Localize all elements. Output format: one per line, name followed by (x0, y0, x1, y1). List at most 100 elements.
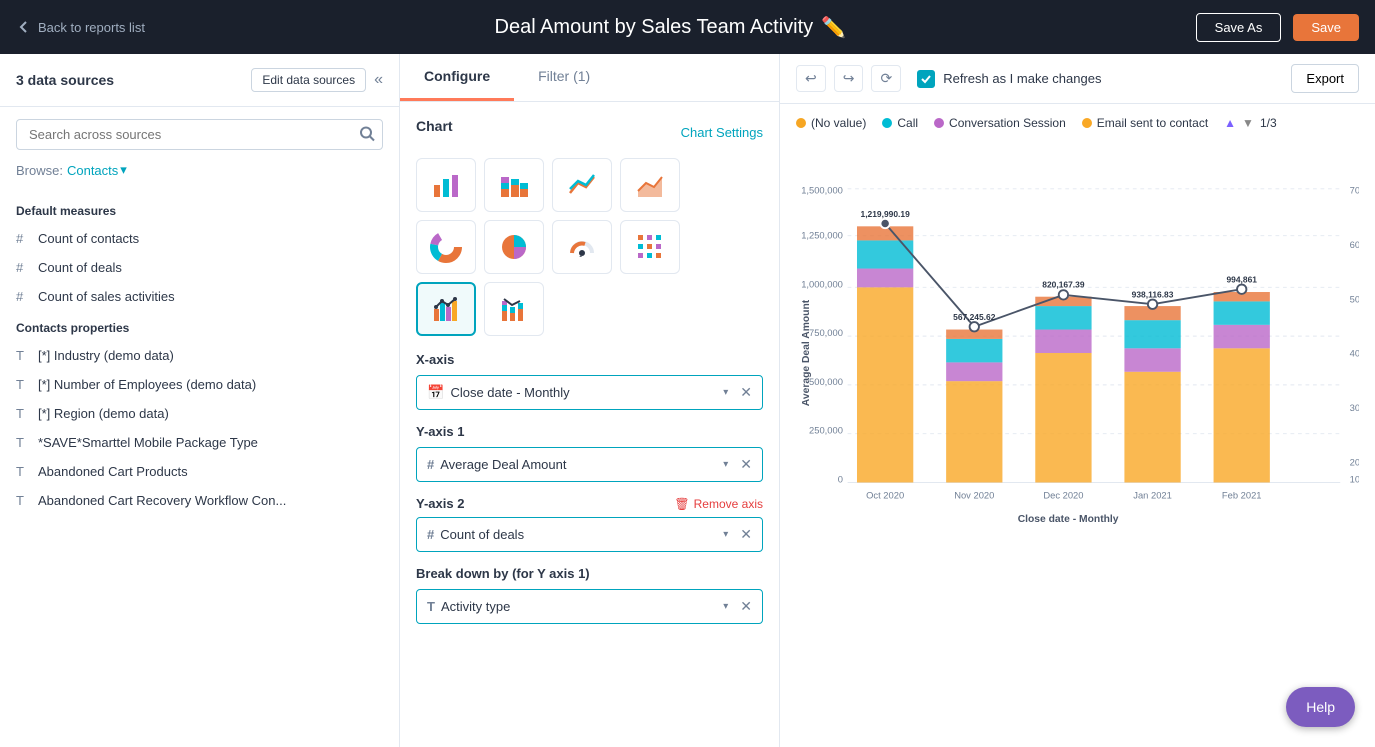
save-as-button[interactable]: Save As (1196, 13, 1282, 42)
tab-configure[interactable]: Configure (400, 54, 514, 101)
edit-data-sources-button[interactable]: Edit data sources (251, 68, 366, 92)
chart-icons: 1 (416, 158, 763, 336)
pagination: 1/3 (1260, 116, 1277, 130)
series-triangle-icon: ▲ (1224, 116, 1236, 130)
chart-type-gauge[interactable]: 1 (552, 220, 612, 274)
export-button[interactable]: Export (1291, 64, 1359, 93)
y-axis1-label: Y-axis 1 (416, 424, 763, 439)
legend-dot (1082, 118, 1092, 128)
browse-contacts-button[interactable]: Contacts ▾ (67, 162, 127, 178)
legend-dot (934, 118, 944, 128)
y-axis1-section: Y-axis 1 # Average Deal Amount ▾ ✕ (416, 424, 763, 482)
default-measures-title: Default measures (0, 194, 399, 224)
svg-text:700: 700 (1350, 185, 1359, 195)
x-axis-select[interactable]: 📅 Close date - Monthly ▾ ✕ (416, 375, 763, 410)
list-item[interactable]: TAbandoned Cart Products (0, 457, 399, 486)
left-panel-header: 3 data sources Edit data sources « (0, 54, 399, 107)
chart-type-area[interactable] (620, 158, 680, 212)
svg-text:938,116.83: 938,116.83 (1132, 290, 1174, 300)
collapse-panel-button[interactable]: « (374, 71, 383, 89)
data-sources-label: 3 data sources (16, 72, 114, 88)
left-panel: 3 data sources Edit data sources « Brows… (0, 54, 400, 747)
list-item[interactable]: T[*] Region (demo data) (0, 399, 399, 428)
redo-button[interactable]: ↪ (834, 65, 864, 92)
refresh-button[interactable]: ⟳ (871, 65, 901, 92)
svg-text:200: 200 (1350, 458, 1359, 468)
search-box (16, 119, 383, 150)
svg-text:567,245.62: 567,245.62 (953, 312, 996, 322)
chart-svg: 1,500,000 1,250,000 1,000,000 750,000 50… (796, 138, 1359, 568)
list-item[interactable]: TAbandoned Cart Recovery Workflow Con... (0, 486, 399, 515)
calendar-icon: 📅 (427, 384, 444, 401)
pagination-area: ▲ ▼ 1/3 (1224, 116, 1276, 130)
legend-dot (882, 118, 892, 128)
chart-type-bar[interactable] (416, 158, 476, 212)
chart-type-scatter[interactable] (620, 220, 680, 274)
svg-text:1,250,000: 1,250,000 (801, 231, 843, 241)
chart-type-line[interactable] (552, 158, 612, 212)
list-item[interactable]: #Count of deals (0, 253, 399, 282)
report-title: Deal Amount by Sales Team Activity ✏️ (157, 15, 1184, 40)
svg-text:100: 100 (1350, 474, 1359, 484)
contacts-properties-title: Contacts properties (0, 311, 399, 341)
refresh-label: Refresh as I make changes (943, 71, 1101, 86)
hash-icon: # (427, 457, 434, 472)
legend-call: Call (882, 116, 918, 130)
svg-text:1,500,000: 1,500,000 (801, 185, 843, 195)
svg-text:1,219,990.19: 1,219,990.19 (861, 209, 911, 219)
hash-icon: # (427, 527, 434, 542)
tab-filter[interactable]: Filter (1) (514, 54, 614, 101)
legend-conversation: Conversation Session (934, 116, 1066, 130)
svg-text:994,861: 994,861 (1226, 275, 1257, 285)
chart-legend: (No value) Call Conversation Session Ema… (796, 116, 1359, 130)
x-axis-close-icon[interactable]: ✕ (740, 384, 752, 401)
svg-text:Jan 2021: Jan 2021 (1133, 490, 1172, 500)
y-axis2-select[interactable]: # Count of deals ▾ ✕ (416, 517, 763, 552)
chart-type-stacked-combo[interactable] (484, 282, 544, 336)
chevron-down-icon: ▾ (723, 459, 728, 470)
right-panel: ↩ ↪ ⟳ Refresh as I make changes Export (… (780, 54, 1375, 747)
legend-dot (796, 118, 806, 128)
y-axis1-close-icon[interactable]: ✕ (740, 456, 752, 473)
remove-axis-button[interactable]: 🗑 Remove axis (674, 497, 763, 511)
y-axis2-close-icon[interactable]: ✕ (740, 526, 752, 543)
browse-label: Browse: (16, 163, 63, 178)
refresh-checkbox[interactable] (917, 70, 935, 88)
svg-text:Average Deal Amount: Average Deal Amount (801, 299, 812, 406)
list-item[interactable]: #Count of sales activities (0, 282, 399, 311)
chart-type-pie[interactable] (484, 220, 544, 274)
undo-button[interactable]: ↩ (796, 65, 826, 92)
series-triangle-down-icon: ▼ (1242, 116, 1254, 130)
svg-text:600: 600 (1350, 240, 1359, 250)
save-button[interactable]: Save (1293, 14, 1359, 41)
back-to-reports-button[interactable]: Back to reports list (16, 19, 145, 35)
right-toolbar: ↩ ↪ ⟳ Refresh as I make changes Export (780, 54, 1375, 104)
chart-type-donut[interactable] (416, 220, 476, 274)
list-item[interactable]: T[*] Industry (demo data) (0, 341, 399, 370)
legend-email: Email sent to contact (1082, 116, 1208, 130)
list-item[interactable]: T*SAVE*Smarttel Mobile Package Type (0, 428, 399, 457)
x-axis-section: X-axis 📅 Close date - Monthly ▾ ✕ (416, 352, 763, 410)
breakdown-close-icon[interactable]: ✕ (740, 598, 752, 615)
chevron-down-icon: ▾ (723, 387, 728, 398)
y-axis1-select[interactable]: # Average Deal Amount ▾ ✕ (416, 447, 763, 482)
svg-text:Close date - Monthly: Close date - Monthly (1018, 514, 1119, 525)
svg-text:1,000,000: 1,000,000 (801, 279, 843, 289)
chart-type-stacked-bar[interactable] (484, 158, 544, 212)
svg-text:0: 0 (838, 474, 843, 484)
chart-section-label: Chart (416, 118, 453, 134)
help-button[interactable]: Help (1286, 687, 1355, 727)
svg-text:Oct 2020: Oct 2020 (866, 490, 904, 500)
svg-text:500,000: 500,000 (809, 377, 843, 387)
list-item[interactable]: T[*] Number of Employees (demo data) (0, 370, 399, 399)
svg-text:820,167.39: 820,167.39 (1042, 279, 1085, 289)
x-axis-label: X-axis (416, 352, 763, 367)
chart-type-combo[interactable] (416, 282, 476, 336)
list-item[interactable]: #Count of contacts (0, 224, 399, 253)
breakdown-select[interactable]: T Activity type ▾ ✕ (416, 589, 763, 624)
search-icon-button[interactable] (359, 125, 375, 144)
edit-title-icon[interactable]: ✏️ (821, 15, 846, 40)
search-input[interactable] (16, 119, 383, 150)
chart-settings-link[interactable]: Chart Settings (681, 125, 763, 140)
svg-text:Count of deals: Count of deals (1356, 317, 1359, 389)
